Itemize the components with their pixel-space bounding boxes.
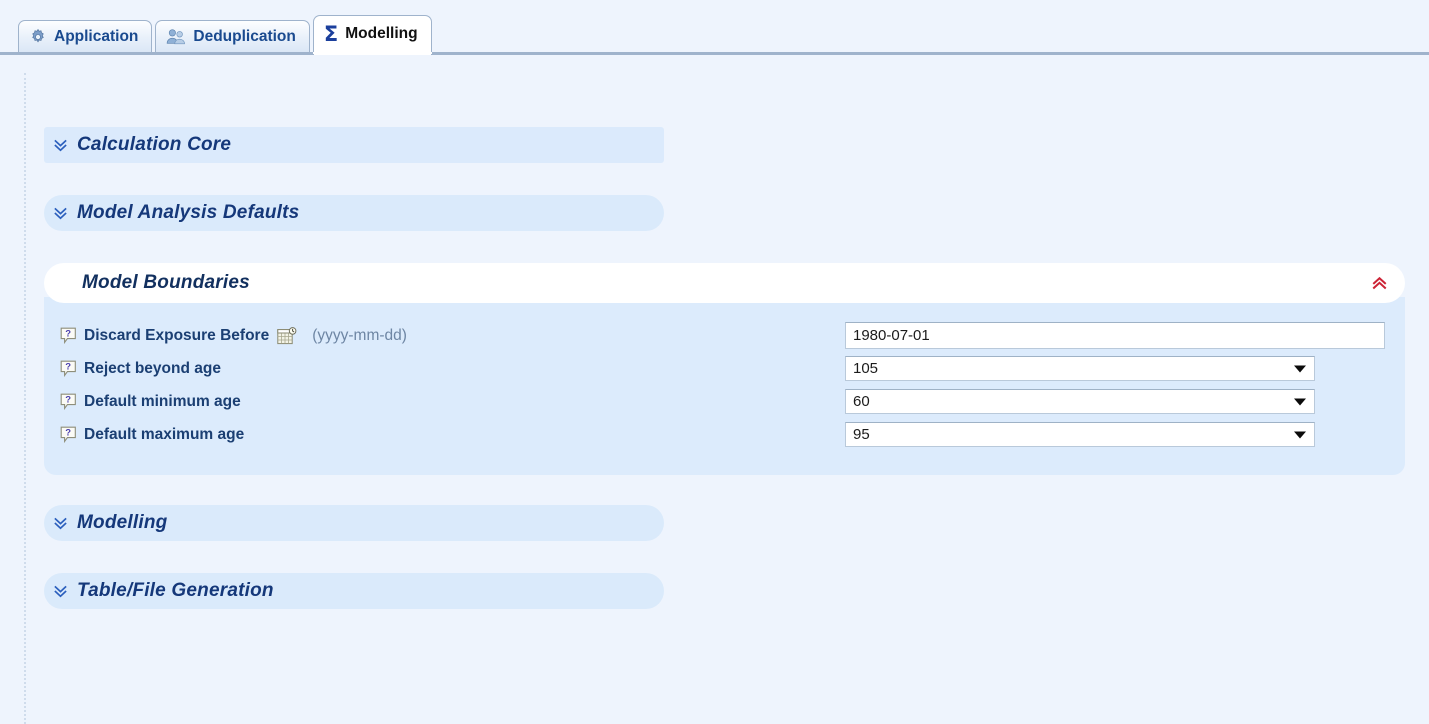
default-maximum-age-select[interactable]: 95 xyxy=(845,422,1315,447)
field-label-text: Default minimum age xyxy=(84,392,241,410)
help-question-icon[interactable]: ? xyxy=(60,393,77,411)
tab-bar: Application Deduplication Σ Modelling xyxy=(0,0,1429,55)
default-minimum-age-select[interactable]: 60 xyxy=(845,389,1315,414)
tree-rail xyxy=(24,73,26,724)
field-label-text: Discard Exposure Before xyxy=(84,326,270,344)
settings-content: Calculation Core Model Analysis Defaults… xyxy=(44,127,1405,641)
tab-deduplication[interactable]: Deduplication xyxy=(155,20,310,52)
section-table-file-generation[interactable]: Table/File Generation xyxy=(44,573,664,609)
svg-text:?: ? xyxy=(65,328,71,339)
field-label-text: Reject beyond age xyxy=(84,359,221,377)
field-row-default-maximum-age: ? Default maximum age 95 xyxy=(44,418,1405,451)
section-model-analysis-defaults-title: Model Analysis Defaults xyxy=(77,202,300,223)
field-row-reject-beyond-age: ? Reject beyond age 105 xyxy=(44,352,1405,385)
discard-exposure-date-input[interactable] xyxy=(845,322,1385,349)
default-maximum-age-select-value[interactable]: 95 xyxy=(845,422,1315,447)
reject-beyond-age-select-value[interactable]: 105 xyxy=(845,356,1315,381)
settings-page: Calculation Core Model Analysis Defaults… xyxy=(0,55,1429,724)
default-minimum-age-select-value[interactable]: 60 xyxy=(845,389,1315,414)
double-chevron-down-icon[interactable] xyxy=(54,516,67,531)
sigma-icon: Σ xyxy=(323,21,339,46)
section-table-file-generation-title: Table/File Generation xyxy=(77,580,274,601)
tab-application-label: Application xyxy=(54,27,139,45)
field-label-default-minimum-age: ? Default minimum age xyxy=(60,393,845,411)
field-label-reject-beyond-age: ? Reject beyond age xyxy=(60,360,845,378)
field-row-discard-exposure: ? Discard Exposure Before (yyyy-mm-dd) 1… xyxy=(44,319,1405,352)
field-row-default-minimum-age: ? Default minimum age 60 xyxy=(44,385,1405,418)
help-question-icon[interactable]: ? xyxy=(60,327,77,345)
section-calculation-core-title: Calculation Core xyxy=(77,134,232,155)
tab-modelling-label: Modelling xyxy=(345,25,418,43)
tab-application[interactable]: Application xyxy=(18,20,153,52)
help-question-icon[interactable]: ? xyxy=(60,426,77,444)
svg-text:?: ? xyxy=(65,427,71,438)
svg-text:?: ? xyxy=(65,361,71,372)
people-icon xyxy=(166,28,186,45)
section-model-boundaries-body: ? Discard Exposure Before (yyyy-mm-dd) 1… xyxy=(44,297,1405,475)
section-model-boundaries-title: Model Boundaries xyxy=(82,272,250,293)
field-hint-discard-exposure: (yyyy-mm-dd) xyxy=(312,326,407,344)
double-chevron-down-icon[interactable] xyxy=(54,584,67,599)
tab-list: Application Deduplication Σ Modelling xyxy=(18,15,435,55)
help-question-icon[interactable]: ? xyxy=(60,360,77,378)
field-label-default-maximum-age: ? Default maximum age xyxy=(60,426,845,444)
tab-modelling[interactable]: Σ Modelling xyxy=(312,15,432,55)
svg-text:?: ? xyxy=(65,394,71,405)
section-model-analysis-defaults[interactable]: Model Analysis Defaults xyxy=(44,195,664,231)
reject-beyond-age-select[interactable]: 105 xyxy=(845,356,1315,381)
section-model-boundaries: Model Boundaries ? Discard Exposure Befo… xyxy=(44,263,1405,475)
gear-icon xyxy=(29,28,47,46)
double-chevron-down-icon[interactable] xyxy=(54,206,67,221)
tab-deduplication-label: Deduplication xyxy=(193,27,296,45)
double-chevron-up-icon[interactable] xyxy=(1372,275,1387,291)
calendar-icon[interactable] xyxy=(276,326,297,345)
section-modelling[interactable]: Modelling xyxy=(44,505,664,541)
field-label-text: Default maximum age xyxy=(84,425,245,443)
double-chevron-down-icon[interactable] xyxy=(54,138,67,153)
section-calculation-core[interactable]: Calculation Core xyxy=(44,127,664,163)
section-model-boundaries-header[interactable]: Model Boundaries xyxy=(44,263,1405,303)
section-modelling-title: Modelling xyxy=(77,512,168,533)
field-label-discard-exposure: ? Discard Exposure Before (yyyy-mm-dd) xyxy=(60,327,845,345)
